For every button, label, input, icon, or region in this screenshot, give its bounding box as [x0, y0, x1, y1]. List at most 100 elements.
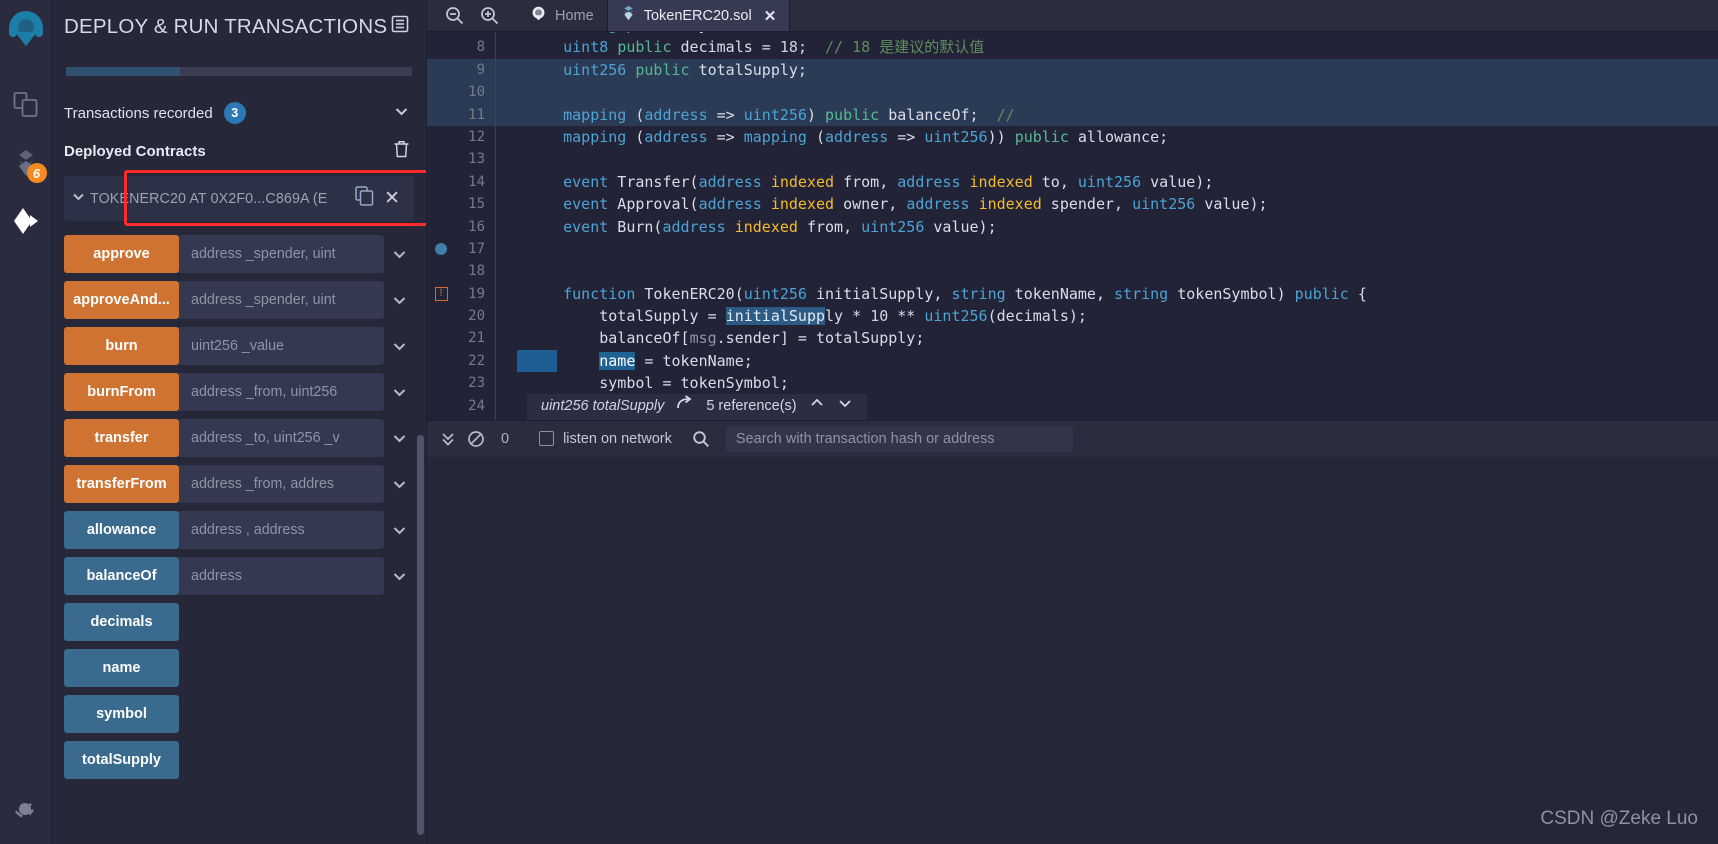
arrow-redo-icon[interactable] — [676, 395, 694, 418]
function-button-name[interactable]: name — [64, 649, 179, 687]
code-lines: 7 string public symbol;8 uint8 public de… — [427, 32, 1718, 420]
code-token: balanceOf; — [879, 105, 997, 124]
transaction-search-input[interactable]: Search with transaction hash or address — [725, 425, 1073, 452]
zoom-out-icon[interactable] — [445, 6, 464, 25]
code-token: = tokenName; — [635, 351, 753, 370]
panel-scrollbar[interactable] — [417, 435, 424, 835]
remix-logo-icon[interactable] — [3, 8, 49, 59]
code-token: uint256 — [743, 284, 807, 303]
line-number: 22 — [468, 352, 485, 369]
code-token: address — [906, 195, 970, 214]
function-args-empty — [179, 741, 384, 779]
function-args-input[interactable]: address _spender, uint — [179, 281, 384, 319]
function-args-input[interactable]: address — [179, 557, 384, 595]
code-token: string — [563, 32, 617, 34]
function-button-approve[interactable]: approve — [64, 235, 179, 273]
symbol-signature: uint256 totalSupply — [541, 398, 665, 415]
chevron-down-icon[interactable] — [384, 338, 414, 355]
code-line: 13 — [427, 148, 1718, 171]
function-button-burnfrom[interactable]: burnFrom — [64, 373, 179, 411]
ethereum-icon[interactable] — [6, 201, 46, 241]
no-entry-icon[interactable] — [467, 430, 485, 448]
tab-home[interactable]: Home — [517, 0, 608, 31]
function-button-symbol[interactable]: symbol — [64, 695, 179, 733]
function-args-input[interactable]: address _spender, uint — [179, 235, 384, 273]
code-line: ! 19 function TokenERC20(uint256 initialS… — [427, 282, 1718, 306]
function-args-input[interactable]: address , address — [179, 511, 384, 549]
list-icon[interactable] — [390, 14, 410, 39]
listen-on-network-control[interactable]: listen on network — [539, 431, 672, 447]
files-icon[interactable] — [6, 85, 46, 125]
listen-on-network-checkbox[interactable] — [539, 431, 555, 446]
code-token: totalSupply = — [527, 307, 726, 326]
line-number: 19 — [468, 285, 485, 302]
code-line: 23 symbol = tokenSymbol; — [427, 372, 1718, 395]
search-icon[interactable] — [692, 430, 710, 448]
chevron-down-icon[interactable] — [384, 384, 414, 401]
function-args-input[interactable]: uint256 _value — [179, 327, 384, 365]
code-token: ; — [797, 38, 826, 57]
references-label[interactable]: 5 reference(s) — [706, 395, 796, 417]
plugin-manager-button[interactable] — [0, 797, 51, 826]
chevron-down-icon[interactable] — [384, 246, 414, 263]
code-token: )) — [987, 127, 1015, 146]
chevron-down-icon[interactable] — [384, 522, 414, 539]
zoom-in-icon[interactable] — [480, 6, 499, 25]
code-line: 10 — [427, 81, 1718, 104]
function-button-transfer[interactable]: transfer — [64, 419, 179, 457]
function-button-decimals[interactable]: decimals — [64, 603, 179, 641]
code-line: 22 name = tokenName; — [427, 349, 1718, 373]
fold-gutter — [495, 394, 509, 418]
chevron-down-icon[interactable] — [384, 292, 414, 309]
deploy-run-panel: DEPLOY & RUN TRANSACTIONS Transactions r… — [52, 0, 427, 844]
code-line: 17 — [427, 237, 1718, 261]
function-button-totalsupply[interactable]: totalSupply — [64, 741, 179, 779]
code-token: public — [626, 32, 680, 34]
deployed-contract-instance[interactable]: TOKENERC20 AT 0X2F0...C869A (E ✕ — [64, 176, 414, 221]
double-chevron-down-icon[interactable] — [439, 430, 457, 448]
function-button-allowance[interactable]: allowance — [64, 511, 179, 549]
code-token: tokenSymbol) — [1168, 284, 1295, 303]
function-args-input[interactable]: address _to, uint256 _v — [179, 419, 384, 457]
chevron-down-icon[interactable] — [384, 476, 414, 493]
code-token: from, — [834, 172, 898, 191]
code-token: symbol = tokenSymbol; — [527, 374, 789, 393]
function-button-transferfrom[interactable]: transferFrom — [64, 465, 179, 503]
editor-zoom-controls — [427, 0, 517, 31]
fold-gutter — [495, 260, 509, 283]
code-token: to, — [1032, 172, 1078, 191]
copy-icon[interactable] — [349, 186, 380, 211]
trash-icon[interactable] — [393, 140, 410, 162]
tab-tokenerc20-sol[interactable]: TokenERC20.sol ✕ — [607, 0, 791, 31]
code-token: mapping — [743, 127, 807, 146]
function-button-balanceof[interactable]: balanceOf — [64, 557, 179, 595]
close-icon[interactable]: ✕ — [380, 187, 408, 210]
function-button-approveand[interactable]: approveAnd... — [64, 281, 179, 319]
code-token: msg — [689, 329, 717, 348]
code-line: 11 mapping (address => uint256) public b… — [427, 103, 1718, 126]
code-token: function — [563, 284, 636, 303]
code-token: ( — [626, 127, 645, 146]
chevron-down-icon[interactable] — [66, 189, 90, 209]
line-number: 16 — [468, 218, 485, 235]
function-args-input[interactable]: address _from, addres — [179, 465, 384, 503]
code-token: 10 — [870, 307, 889, 326]
transactions-recorded-count: 3 — [223, 102, 246, 124]
function-button-burn[interactable]: burn — [64, 327, 179, 365]
transactions-recorded-label: Transactions recorded — [64, 104, 213, 122]
transactions-recorded-row[interactable]: Transactions recorded 3 — [52, 94, 426, 132]
code-editor[interactable]: 7 string public symbol;8 uint8 public de… — [427, 32, 1718, 420]
tab-label: TokenERC20.sol — [643, 7, 752, 24]
chevron-down-icon[interactable] — [384, 430, 414, 447]
chevron-down-icon[interactable] — [837, 395, 853, 417]
chevron-up-icon[interactable] — [809, 395, 825, 417]
chevron-down-icon[interactable] — [384, 568, 414, 585]
solidity-icon[interactable]: 6 — [6, 143, 47, 183]
close-icon[interactable]: ✕ — [764, 7, 777, 25]
function-args-input[interactable]: address _from, uint256 — [179, 373, 384, 411]
chevron-down-icon[interactable] — [393, 103, 410, 124]
